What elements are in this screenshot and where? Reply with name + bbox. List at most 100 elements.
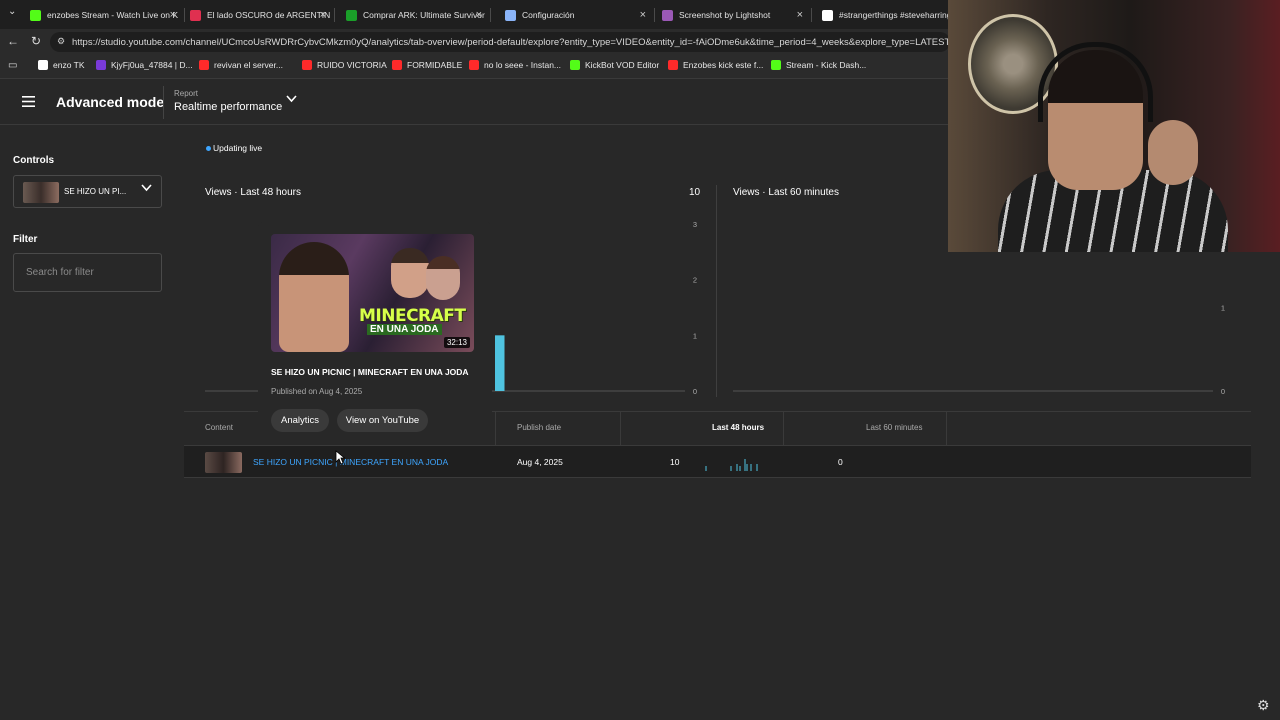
chart-divider <box>716 185 717 397</box>
browser-tab[interactable]: Configuración × <box>505 4 650 26</box>
tab-close-icon[interactable]: × <box>797 9 803 21</box>
url-text: https://studio.youtube.com/channel/UCmco… <box>72 36 950 48</box>
filter-search-input[interactable] <box>13 253 162 292</box>
bookmark-item[interactable]: enzo TK <box>38 60 85 70</box>
settings-gear-icon[interactable]: ⚙ <box>1257 697 1270 714</box>
row-publish-date: Aug 4, 2025 <box>517 457 563 467</box>
report-label: Report <box>174 89 199 98</box>
tab-label: enzobes Stream - Watch Live on K <box>47 10 179 20</box>
thumbnail-person <box>279 242 349 352</box>
tab-close-icon[interactable]: × <box>320 9 326 21</box>
bookmark-favicon-icon <box>199 60 209 70</box>
bookmark-item[interactable]: Stream - Kick Dash... <box>771 60 866 70</box>
row-sparkline <box>705 459 758 471</box>
duration-badge: 32:13 <box>443 337 470 348</box>
browser-tab[interactable]: Comprar ARK: Ultimate Survivor E × <box>346 4 486 26</box>
tab-favicon-icon <box>346 9 357 21</box>
chart-bar[interactable] <box>495 335 505 391</box>
report-dropdown[interactable]: Realtime performance <box>174 101 282 113</box>
tab-label: #strangerthings #steveharringt <box>839 10 948 20</box>
analytics-button[interactable]: Analytics <box>271 409 329 432</box>
chevron-down-icon <box>141 184 152 192</box>
bookmark-item[interactable]: RUIDO VICTORIA <box>302 60 387 70</box>
bookmark-favicon-icon <box>96 60 106 70</box>
y-tick-label: 1 <box>693 331 697 340</box>
filter-label: Filter <box>13 234 38 245</box>
video-thumbnail-large[interactable]: MINECRAFT EN UNA JODA 32:13 <box>271 234 474 352</box>
browser-tab[interactable]: #strangerthings #steveharringt <box>822 4 948 26</box>
live-status-dot <box>206 146 211 151</box>
tab-favicon-icon <box>662 9 673 21</box>
tab-close-icon[interactable]: × <box>476 9 482 21</box>
tab-label: Comprar ARK: Ultimate Survivor E <box>363 10 486 20</box>
y-tick-label: 1 <box>1221 304 1225 313</box>
reload-icon[interactable]: ↻ <box>31 34 41 48</box>
header-content[interactable]: Content <box>205 423 233 432</box>
tab-close-icon[interactable]: × <box>170 9 176 21</box>
views-48h-total: 10 <box>689 187 701 198</box>
row-thumbnail <box>205 452 242 473</box>
header-last-60-minutes[interactable]: Last 60 minutes <box>866 423 922 432</box>
tab-label: El lado OSCURO de ARGENTINA # <box>207 10 330 20</box>
tab-list-chevron-icon[interactable]: ⌄ <box>8 6 16 17</box>
apps-icon[interactable]: ▭ <box>8 60 17 71</box>
bookmark-label: RUIDO VICTORIA <box>317 60 387 70</box>
site-info-icon[interactable]: ⚙ <box>57 36 65 47</box>
bookmark-label: KickBot VOD Editor <box>585 60 660 70</box>
browser-tab[interactable]: Screenshot by Lightshot × <box>662 4 807 26</box>
header-divider <box>163 86 164 119</box>
bookmark-item[interactable]: Enzobes kick este f... <box>668 60 763 70</box>
thumbnail-subtitle-text: EN UNA JODA <box>367 324 442 335</box>
y-tick-label: 0 <box>693 387 697 396</box>
bookmark-label: Enzobes kick este f... <box>683 60 764 70</box>
tab-separator <box>334 8 335 22</box>
tab-label: Screenshot by Lightshot <box>679 10 771 20</box>
tab-separator <box>490 8 491 22</box>
views-60m-title: Views · Last 60 minutes <box>733 187 839 198</box>
row-video-title-link[interactable]: SE HIZO UN PICNIC | MINECRAFT EN UNA JOD… <box>253 457 448 467</box>
hover-published-date: Published on Aug 4, 2025 <box>271 387 363 396</box>
bookmark-favicon-icon <box>302 60 312 70</box>
header-publish-date[interactable]: Publish date <box>517 423 561 432</box>
bookmark-label: enzo TK <box>53 60 85 70</box>
tab-separator <box>184 8 185 22</box>
bookmark-item[interactable]: revivan el server... <box>199 60 283 70</box>
tab-close-icon[interactable]: × <box>640 9 646 21</box>
menu-icon[interactable] <box>22 96 35 107</box>
bookmark-item[interactable]: no lo seee - Instan... <box>469 60 561 70</box>
bookmark-favicon-icon <box>392 60 402 70</box>
bookmark-item[interactable]: KickBot VOD Editor <box>570 60 659 70</box>
tab-label: Configuración <box>522 10 575 20</box>
bookmark-label: KjyFj0ua_47884 | D... <box>111 60 193 70</box>
url-field[interactable]: ⚙ https://studio.youtube.com/channel/UCm… <box>50 32 950 52</box>
bookmark-favicon-icon <box>771 60 781 70</box>
views-48h-title: Views · Last 48 hours <box>205 187 301 198</box>
chevron-down-icon[interactable] <box>286 95 297 103</box>
tab-favicon-icon <box>822 9 833 21</box>
live-status-text: Updating live <box>213 143 263 153</box>
y-tick-label: 2 <box>693 276 697 285</box>
header-last-48-hours[interactable]: Last 48 hours <box>712 423 764 432</box>
back-arrow-icon[interactable]: ← <box>7 34 19 48</box>
row-last-60-value: 0 <box>838 457 843 467</box>
bookmark-item[interactable]: KjyFj0ua_47884 | D... <box>96 60 193 70</box>
video-thumbnail <box>23 182 59 203</box>
bookmark-favicon-icon <box>668 60 678 70</box>
browser-tab[interactable]: enzobes Stream - Watch Live on K × <box>30 4 180 26</box>
video-selector[interactable]: SE HIZO UN PI... <box>13 175 162 208</box>
tab-separator <box>654 8 655 22</box>
bookmark-label: no lo seee - Instan... <box>484 60 562 70</box>
video-selector-label: SE HIZO UN PI... <box>64 187 127 196</box>
y-tick-label: 3 <box>693 220 697 229</box>
tab-favicon-icon <box>505 9 516 21</box>
view-on-youtube-button[interactable]: View on YouTube <box>337 409 428 432</box>
person-hand <box>1148 120 1198 185</box>
bookmark-favicon-icon <box>469 60 479 70</box>
bookmark-label: FORMIDABLE <box>407 60 463 70</box>
bookmark-item[interactable]: FORMIDABLE <box>392 60 462 70</box>
y-tick-label: 0 <box>1221 387 1225 396</box>
video-hover-card: MINECRAFT EN UNA JODA 32:13 SE HIZO UN P… <box>258 222 492 440</box>
bookmark-label: revivan el server... <box>214 60 283 70</box>
bookmark-favicon-icon <box>570 60 580 70</box>
browser-tab[interactable]: El lado OSCURO de ARGENTINA # × <box>190 4 330 26</box>
